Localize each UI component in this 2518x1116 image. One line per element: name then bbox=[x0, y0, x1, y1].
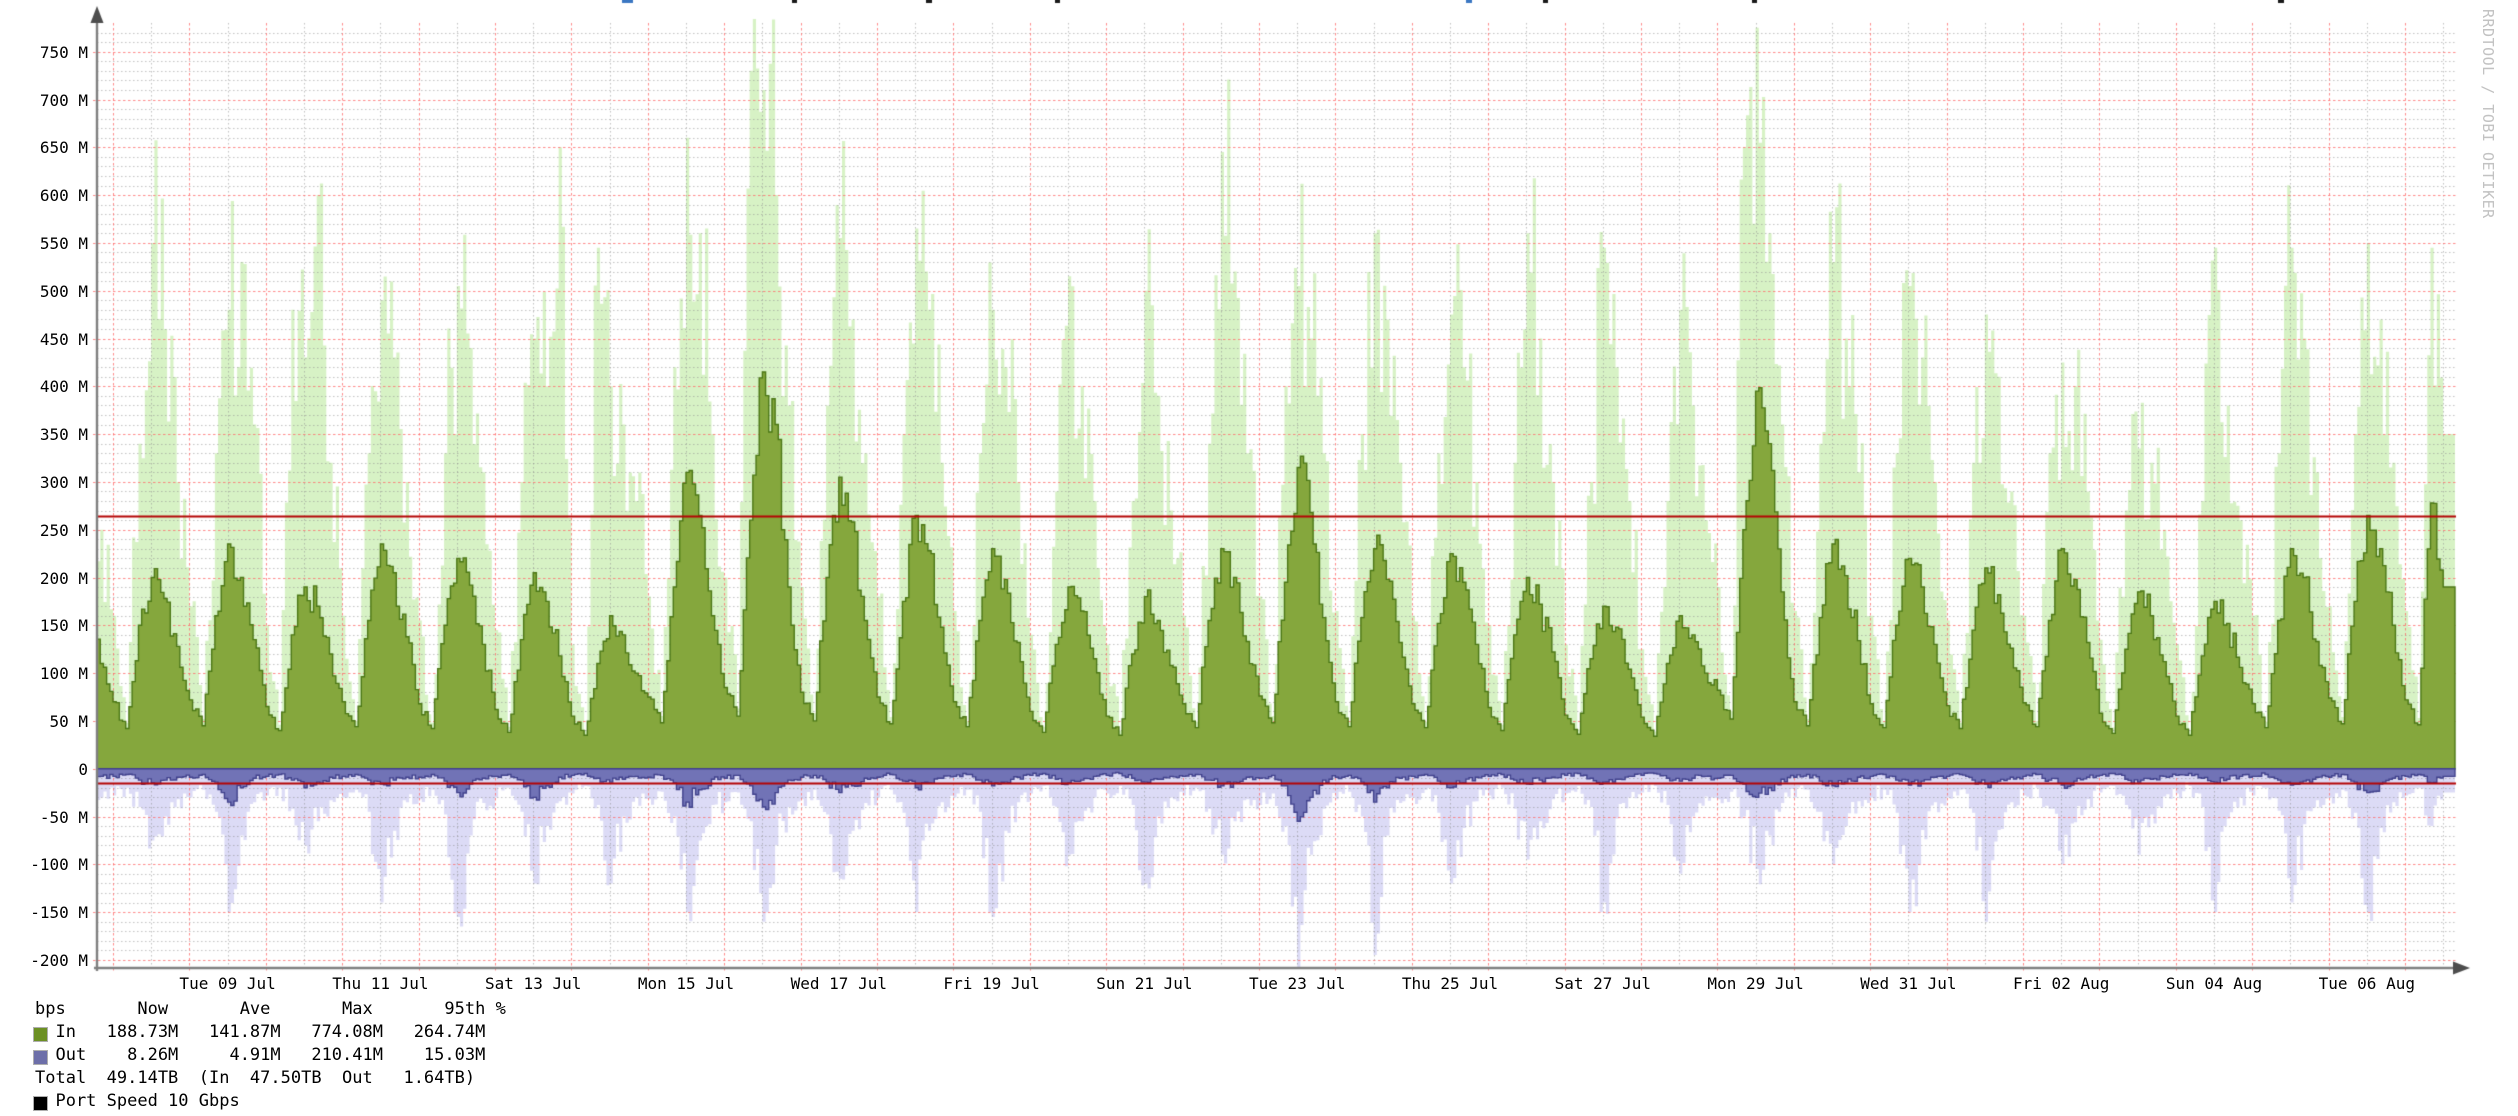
x-tick-label: Mon 15 Jul bbox=[638, 974, 734, 993]
y-tick-label: -50 M bbox=[10, 808, 88, 827]
y-tick-label: 200 M bbox=[10, 569, 88, 588]
legend-total-row: Total 49.14TB (In 47.50TB Out 1.64TB) bbox=[35, 1069, 475, 1088]
y-tick-label: -100 M bbox=[10, 855, 88, 874]
x-tick-label: Sat 27 Jul bbox=[1555, 974, 1651, 993]
y-tick-label: 450 M bbox=[10, 330, 88, 349]
y-tick-label: 150 M bbox=[10, 616, 88, 635]
in-legend-swatch bbox=[33, 1027, 48, 1042]
y-tick-label: 650 M bbox=[10, 138, 88, 157]
y-tick-label: 700 M bbox=[10, 91, 88, 110]
y-tick-label: -200 M bbox=[10, 951, 88, 970]
x-tick-label: Tue 23 Jul bbox=[1249, 974, 1345, 993]
y-tick-label: 400 M bbox=[10, 377, 88, 396]
x-tick-label: Tue 09 Jul bbox=[179, 974, 275, 993]
y-tick-label: 750 M bbox=[10, 43, 88, 62]
x-tick-label: Tue 06 Aug bbox=[2319, 974, 2415, 993]
rrdtool-watermark: RRDTOOL / TOBI OETIKER bbox=[2479, 9, 2497, 219]
legend-in-row: In 188.73M 141.87M 774.08M 264.74M bbox=[35, 1023, 485, 1042]
y-tick-label: 250 M bbox=[10, 521, 88, 540]
x-tick-label: Wed 17 Jul bbox=[791, 974, 887, 993]
y-tick-label: 100 M bbox=[10, 664, 88, 683]
x-tick-label: Sun 21 Jul bbox=[1096, 974, 1192, 993]
x-tick-label: Wed 31 Jul bbox=[1860, 974, 1956, 993]
legend-port-row: Port Speed 10 Gbps bbox=[35, 1092, 240, 1111]
y-tick-label: 550 M bbox=[10, 234, 88, 253]
x-tick-label: Thu 25 Jul bbox=[1402, 974, 1498, 993]
y-tick-label: 300 M bbox=[10, 473, 88, 492]
y-tick-label: 600 M bbox=[10, 186, 88, 205]
y-tick-label: -150 M bbox=[10, 903, 88, 922]
x-tick-label: Fri 02 Aug bbox=[2013, 974, 2109, 993]
x-tick-label: Mon 29 Jul bbox=[1707, 974, 1803, 993]
y-tick-label: 350 M bbox=[10, 425, 88, 444]
x-tick-label: Sat 13 Jul bbox=[485, 974, 581, 993]
port-speed-legend-swatch bbox=[33, 1096, 48, 1111]
legend-out-row: Out 8.26M 4.91M 210.41M 15.03M bbox=[35, 1046, 485, 1065]
x-tick-label: Sun 04 Aug bbox=[2166, 974, 2262, 993]
y-tick-label: 50 M bbox=[10, 712, 88, 731]
traffic-graph: 750 M 700 M 650 M 600 M 550 M 500 M 450 M 400 M… bbox=[0, 0, 2518, 1116]
y-tick-label: 500 M bbox=[10, 282, 88, 301]
out-legend-swatch bbox=[33, 1050, 48, 1065]
x-tick-label: Thu 11 Jul bbox=[332, 974, 428, 993]
x-tick-label: Fri 19 Jul bbox=[943, 974, 1039, 993]
legend-header-row: bps Now Ave Max 95th % bbox=[35, 1000, 506, 1019]
graph-plot-canvas bbox=[0, 0, 2518, 1116]
y-tick-label: 0 bbox=[10, 760, 88, 779]
